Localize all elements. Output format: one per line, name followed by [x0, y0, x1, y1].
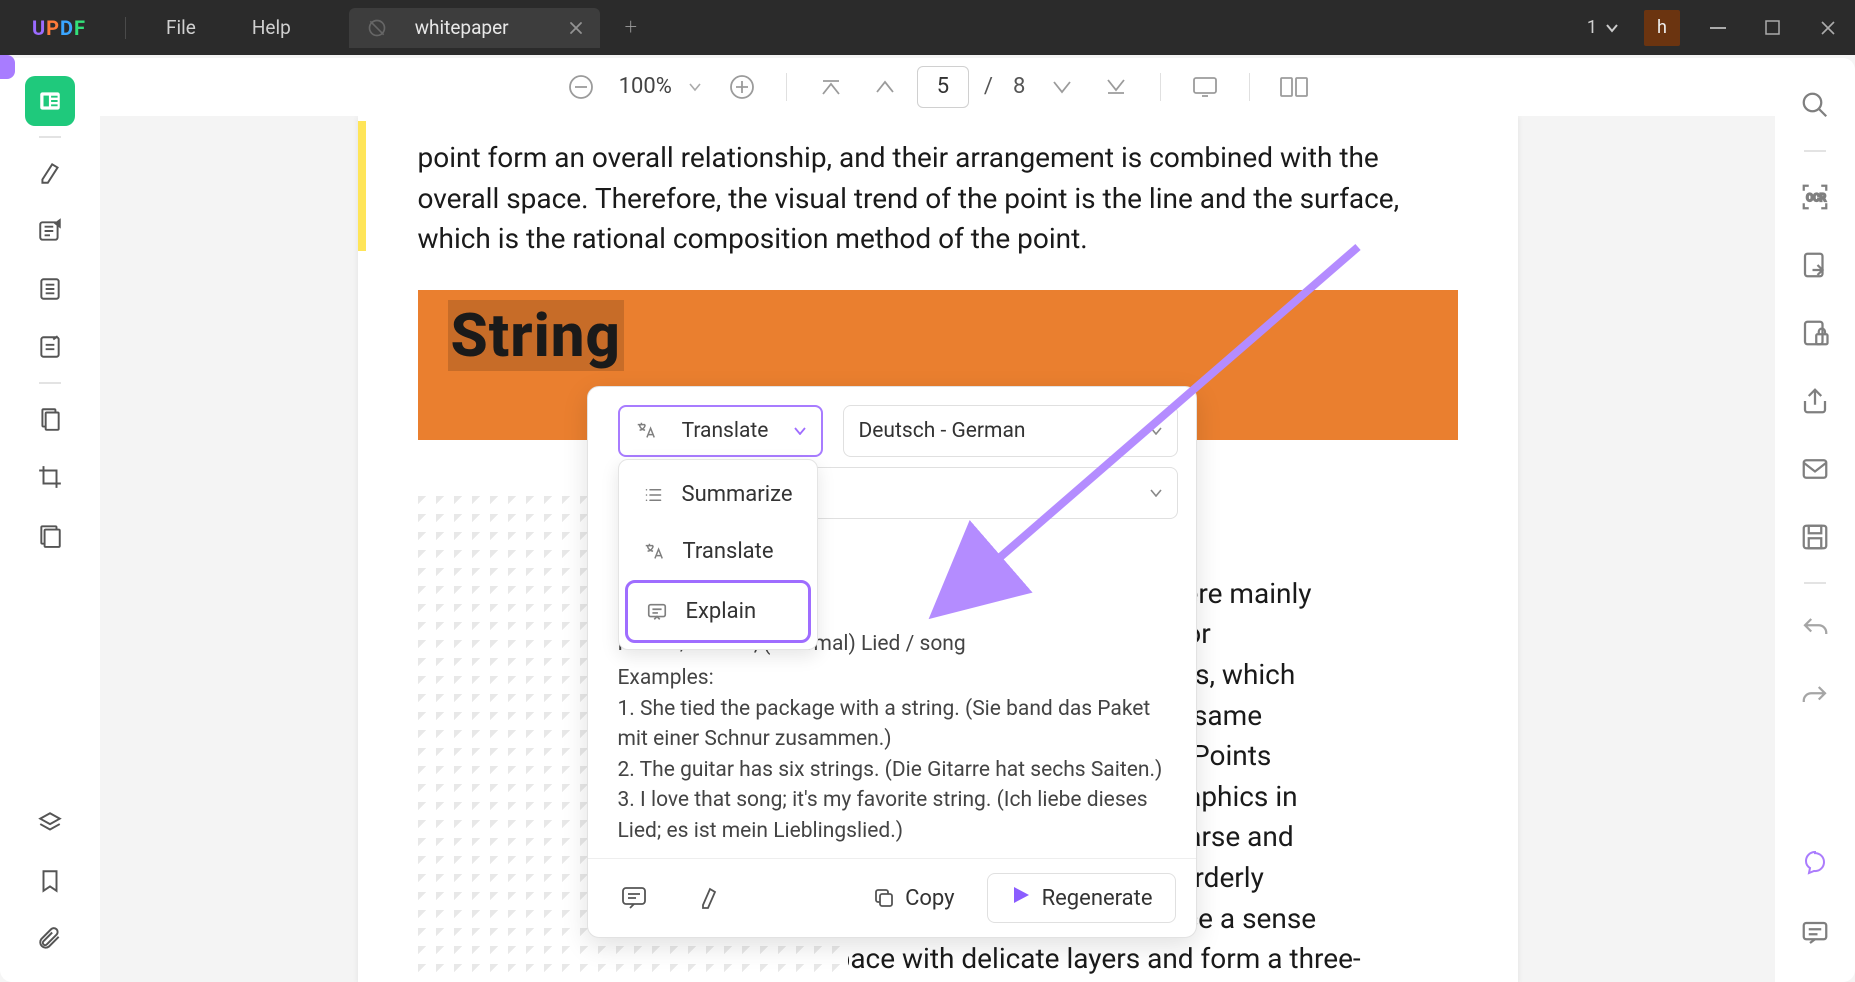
user-avatar[interactable]: h	[1644, 10, 1680, 46]
convert-button[interactable]	[1790, 240, 1840, 290]
translate-icon	[635, 420, 657, 442]
crop-tool-button[interactable]	[25, 452, 75, 502]
chevron-down-icon	[794, 427, 806, 435]
translate-icon	[643, 541, 665, 563]
protect-tool-button[interactable]	[25, 394, 75, 444]
ai-assistant-button[interactable]	[1790, 838, 1840, 888]
compare-view-button[interactable]	[1272, 65, 1316, 109]
layers-button[interactable]	[25, 798, 75, 848]
user-count-value: 1	[1587, 17, 1597, 38]
dropdown-item-summarize[interactable]: Summarize	[625, 466, 811, 523]
undo-button[interactable]	[1790, 604, 1840, 654]
marker-icon	[697, 885, 721, 911]
left-accent-indicator	[0, 55, 15, 79]
menu-help[interactable]: Help	[224, 16, 319, 39]
dropdown-item-translate[interactable]: Translate	[625, 523, 811, 580]
chevron-down-icon	[1605, 23, 1619, 33]
first-page-button[interactable]	[809, 65, 853, 109]
prev-page-button[interactable]	[863, 65, 907, 109]
minimize-button[interactable]	[1690, 0, 1745, 55]
chat-icon	[646, 601, 668, 623]
search-button[interactable]	[1790, 80, 1840, 130]
divider	[125, 17, 126, 39]
regenerate-button[interactable]: Regenerate	[987, 873, 1176, 923]
add-comment-button[interactable]	[608, 879, 660, 917]
copy-button[interactable]: Copy	[861, 880, 967, 917]
email-button[interactable]	[1790, 444, 1840, 494]
zoom-in-button[interactable]	[720, 65, 764, 109]
menu-file[interactable]: File	[138, 16, 224, 39]
dropdown-label: Translate	[683, 539, 774, 564]
highlight-tool-button[interactable]	[25, 148, 75, 198]
selected-text[interactable]: String	[448, 300, 624, 371]
share-button[interactable]	[1790, 376, 1840, 426]
paragraph-text: point form an overall relationship, and …	[418, 136, 1458, 260]
lock-button[interactable]	[1790, 308, 1840, 358]
chat-button[interactable]	[1790, 908, 1840, 958]
maximize-button[interactable]	[1745, 0, 1800, 55]
title-bar: UPDF File Help whitepaper + 1 h	[0, 0, 1855, 55]
action-dropdown: Summarize Translate Explain	[618, 459, 818, 650]
examples-label: Examples:	[618, 663, 1166, 693]
redo-button[interactable]	[1790, 672, 1840, 722]
copy-label: Copy	[905, 886, 955, 911]
right-sidebar: OCR	[1775, 58, 1855, 982]
action-select[interactable]: Translate	[618, 405, 823, 457]
language-select-label: Deutsch - German	[859, 419, 1026, 443]
tab-close-button[interactable]	[567, 19, 585, 37]
page-separator: /	[979, 74, 998, 99]
example-line: 3. I love that song; it's my favorite st…	[618, 785, 1166, 846]
form-tool-button[interactable]	[25, 322, 75, 372]
zoom-dropdown-icon[interactable]	[688, 77, 710, 96]
page-number-input[interactable]	[917, 66, 969, 108]
highlight-button[interactable]	[685, 879, 733, 917]
example-line: 1. She tied the package with a string. (…	[618, 694, 1166, 755]
chevron-down-icon	[1150, 489, 1162, 497]
zoom-level: 100%	[613, 74, 678, 99]
list-icon	[643, 484, 664, 506]
svg-text:OCR: OCR	[1806, 193, 1826, 204]
top-toolbar: 100% / 8	[100, 58, 1775, 116]
user-count[interactable]: 1	[1572, 17, 1634, 38]
highlight-marker	[358, 121, 366, 251]
regenerate-label: Regenerate	[1042, 886, 1153, 911]
action-select-label: Translate	[682, 419, 769, 443]
bookmark-button[interactable]	[25, 856, 75, 906]
page-tool-button[interactable]	[25, 264, 75, 314]
new-tab-button[interactable]: +	[625, 15, 637, 40]
ocr-button[interactable]: OCR	[1790, 172, 1840, 222]
language-select[interactable]: Deutsch - German	[843, 405, 1178, 457]
page-total: 8	[1008, 74, 1030, 99]
dropdown-label: Explain	[686, 599, 757, 624]
comment-tool-button[interactable]	[25, 206, 75, 256]
document-tab[interactable]: whitepaper	[349, 8, 600, 48]
ai-popup: Translate Deutsch - German	[587, 386, 1197, 938]
copy-icon	[873, 887, 895, 909]
app-logo: UPDF	[30, 15, 88, 41]
close-button[interactable]	[1800, 0, 1855, 55]
body-line: of space with delicate layers and form a…	[788, 939, 1458, 980]
example-line: 2. The guitar has six strings. (Die Gita…	[618, 755, 1166, 785]
presentation-button[interactable]	[1183, 65, 1227, 109]
document-viewport[interactable]: point form an overall relationship, and …	[100, 116, 1775, 982]
dropdown-label: Summarize	[682, 482, 793, 507]
dropdown-item-explain[interactable]: Explain	[625, 580, 811, 643]
zoom-out-button[interactable]	[559, 65, 603, 109]
play-icon	[1010, 884, 1032, 912]
tab-doc-icon	[367, 18, 387, 38]
tab-title: whitepaper	[405, 16, 549, 39]
content-area: 100% / 8 point form an overall relations…	[100, 58, 1775, 982]
comment-icon	[620, 885, 648, 911]
organize-tool-button[interactable]	[25, 510, 75, 560]
chevron-down-icon	[1150, 427, 1162, 435]
last-page-button[interactable]	[1094, 65, 1138, 109]
attachment-button[interactable]	[25, 914, 75, 964]
left-sidebar	[0, 58, 100, 982]
next-page-button[interactable]	[1040, 65, 1084, 109]
save-button[interactable]	[1790, 512, 1840, 562]
reader-mode-button[interactable]	[25, 76, 75, 126]
pdf-page: point form an overall relationship, and …	[358, 116, 1518, 982]
